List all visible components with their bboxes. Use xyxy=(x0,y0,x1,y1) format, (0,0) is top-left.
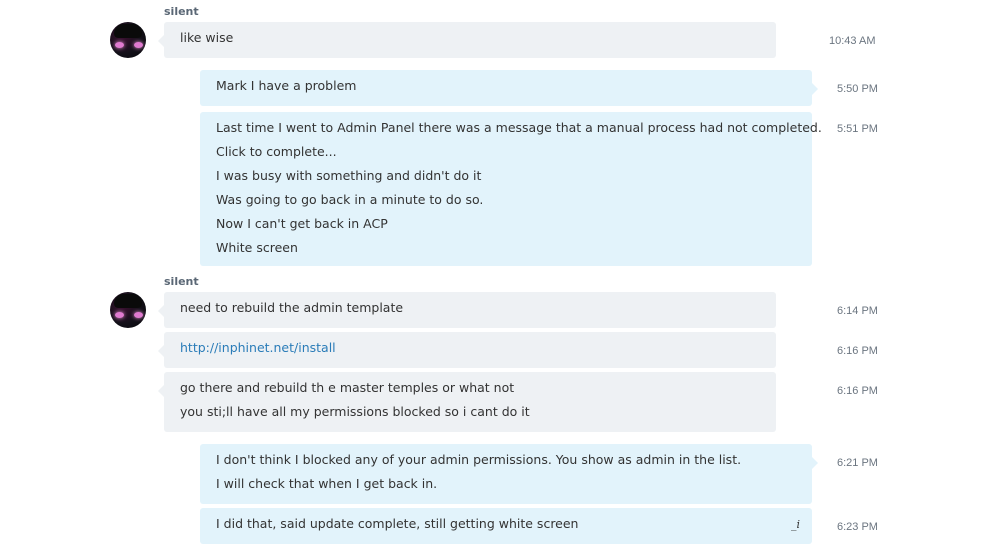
avatar[interactable] xyxy=(110,292,146,328)
message-text: White screen xyxy=(216,240,298,255)
message-bubble[interactable]: I did that, said update complete, still … xyxy=(200,508,812,544)
message-text: I don't think I blocked any of your admi… xyxy=(216,452,742,467)
message-timestamp: 5:50 PM xyxy=(837,83,878,95)
message-bubble[interactable]: I don't think I blocked any of your admi… xyxy=(200,444,818,504)
message-text: I will check that when I get back in. xyxy=(216,476,438,491)
message-bubble[interactable]: http://inphinet.net/install xyxy=(158,332,776,368)
message-link[interactable]: http://inphinet.net/install xyxy=(180,336,760,360)
avatar-eye xyxy=(134,42,143,48)
message-text: I did that, said update complete, still … xyxy=(216,516,579,531)
avatar-eye xyxy=(115,312,124,318)
message-text: Now I can't get back in ACP xyxy=(216,216,388,231)
message-timestamp: 6:21 PM xyxy=(837,457,878,469)
message-timestamp: 6:23 PM xyxy=(837,521,878,533)
avatar[interactable] xyxy=(110,22,146,58)
message-bubble[interactable]: Last time I went to Admin Panel there wa… xyxy=(200,112,822,266)
message-bubble[interactable]: go there and rebuild th e master temples… xyxy=(158,372,776,432)
message-text: Last time I went to Admin Panel there wa… xyxy=(216,120,822,135)
message-timestamp: 5:51 PM xyxy=(837,123,878,135)
message-timestamp: 6:16 PM xyxy=(837,345,878,357)
message-timestamp: 10:43 AM xyxy=(829,35,876,47)
message-timestamp: 6:14 PM xyxy=(837,305,878,317)
message-text: go there and rebuild th e master temples… xyxy=(180,380,515,395)
sender-name[interactable]: silent xyxy=(164,275,199,288)
avatar-eye xyxy=(134,312,143,318)
message-timestamp: 6:16 PM xyxy=(837,385,878,397)
avatar-eye xyxy=(115,42,124,48)
message-text: I was busy with something and didn't do … xyxy=(216,168,482,183)
message-text: need to rebuild the admin template xyxy=(180,300,404,315)
message-text: Click to complete... xyxy=(216,144,337,159)
message-text: Was going to go back in a minute to do s… xyxy=(216,192,484,207)
message-text: like wise xyxy=(180,30,234,45)
message-text: you sti;ll have all my permissions block… xyxy=(180,404,530,419)
avatar-hair xyxy=(114,294,142,308)
avatar-hair xyxy=(114,24,142,38)
sender-name[interactable]: silent xyxy=(164,5,199,18)
message-text: Mark I have a problem xyxy=(216,78,357,93)
message-bubble[interactable]: need to rebuild the admin template xyxy=(158,292,776,328)
message-bubble[interactable]: Mark I have a problem xyxy=(200,70,818,106)
edit-pencil-icon[interactable]: _𝑖 xyxy=(791,513,800,537)
message-bubble[interactable]: like wise xyxy=(158,22,776,58)
